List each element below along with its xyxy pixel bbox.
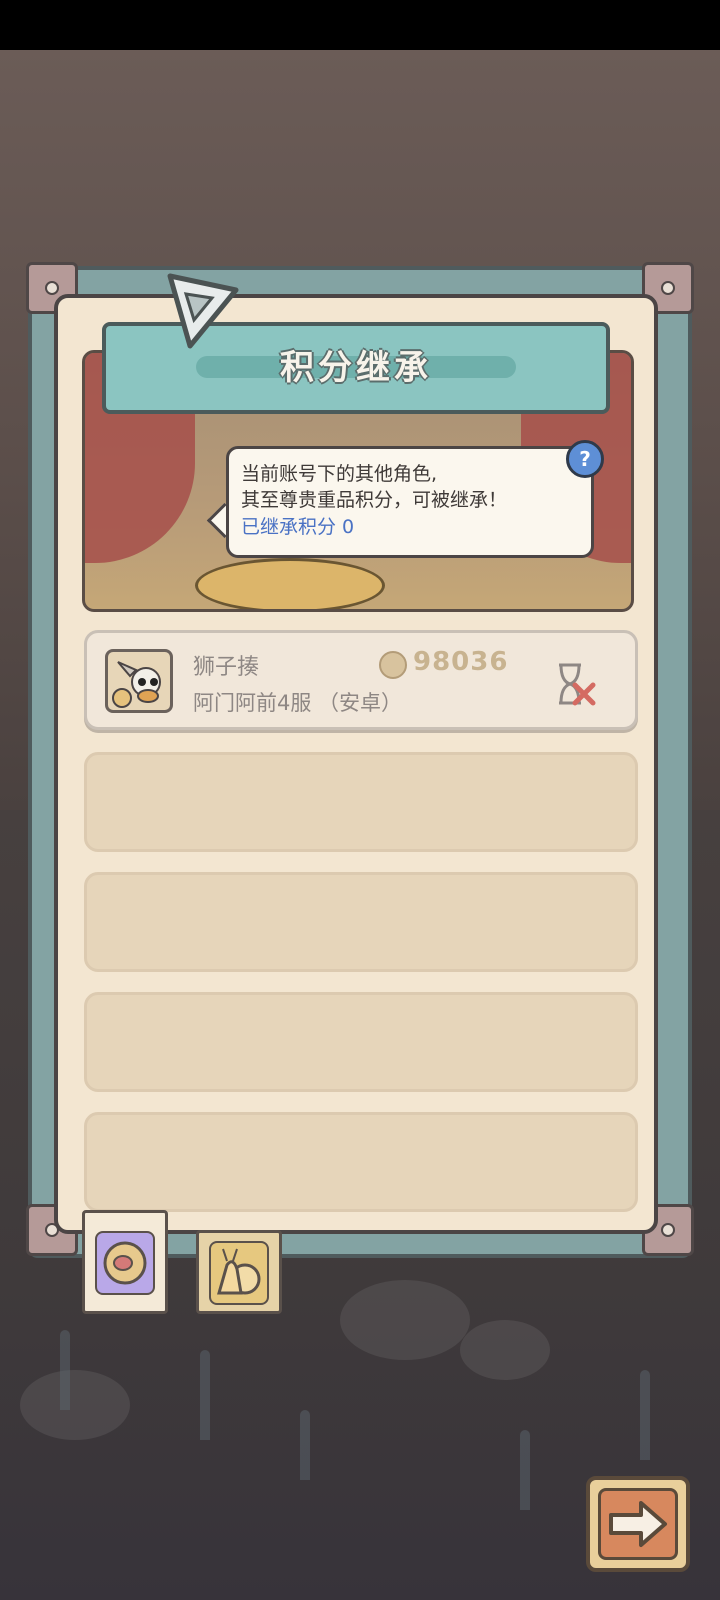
speech-bubble: 当前账号下的其他角色, 其至尊贵重品积分，可被继承！ 已继承积分 0: [226, 446, 594, 558]
arrow-right-icon: [609, 1501, 667, 1547]
next-button-face: [598, 1488, 678, 1560]
message-line-1: 当前账号下的其他角色,: [241, 463, 438, 485]
character-row[interactable]: 狮子揍 阿门阿前4服 （安卓） 98036: [84, 630, 638, 730]
character-points: 98036: [413, 647, 509, 677]
empty-character-slot: [84, 872, 638, 972]
tab-snail[interactable]: [196, 1230, 282, 1314]
background-rock: [460, 1320, 550, 1380]
inherited-points-label: 已继承积分 0: [241, 516, 355, 538]
bolt-dot: [45, 281, 59, 295]
background-grass: [640, 1370, 650, 1460]
background-grass: [60, 1330, 70, 1410]
background-grass: [520, 1430, 530, 1510]
triangle-pin-icon: [167, 273, 239, 349]
background-rock: [340, 1280, 470, 1360]
empty-character-slot: [84, 1112, 638, 1212]
status-bar: [0, 0, 720, 50]
background-grass: [300, 1410, 310, 1480]
help-button[interactable]: ?: [566, 440, 604, 478]
coin-icon: [379, 651, 407, 679]
background-rock: [20, 1370, 130, 1440]
character-server: 阿门阿前4服 （安卓）: [193, 691, 403, 715]
background-grass: [200, 1350, 210, 1440]
coin-meat-icon: [95, 1231, 155, 1295]
hourglass-cancel-icon[interactable]: [551, 661, 597, 707]
snail-icon: [209, 1241, 269, 1305]
character-avatar: [105, 649, 173, 713]
character-portrait-icon: [112, 661, 161, 708]
character-name: 狮子揍: [193, 655, 260, 680]
message-line-2: 其至尊贵重品积分，可被继承！: [241, 489, 508, 511]
snail-icon: [217, 1248, 261, 1295]
empty-character-slot: [84, 992, 638, 1092]
pedestal: [195, 558, 385, 609]
bolt-dot: [661, 281, 675, 295]
tab-points[interactable]: [82, 1210, 168, 1314]
coin-meat-icon: [103, 1241, 147, 1285]
empty-character-slot: [84, 752, 638, 852]
next-button[interactable]: [586, 1476, 690, 1572]
bolt-dot: [661, 1223, 675, 1237]
